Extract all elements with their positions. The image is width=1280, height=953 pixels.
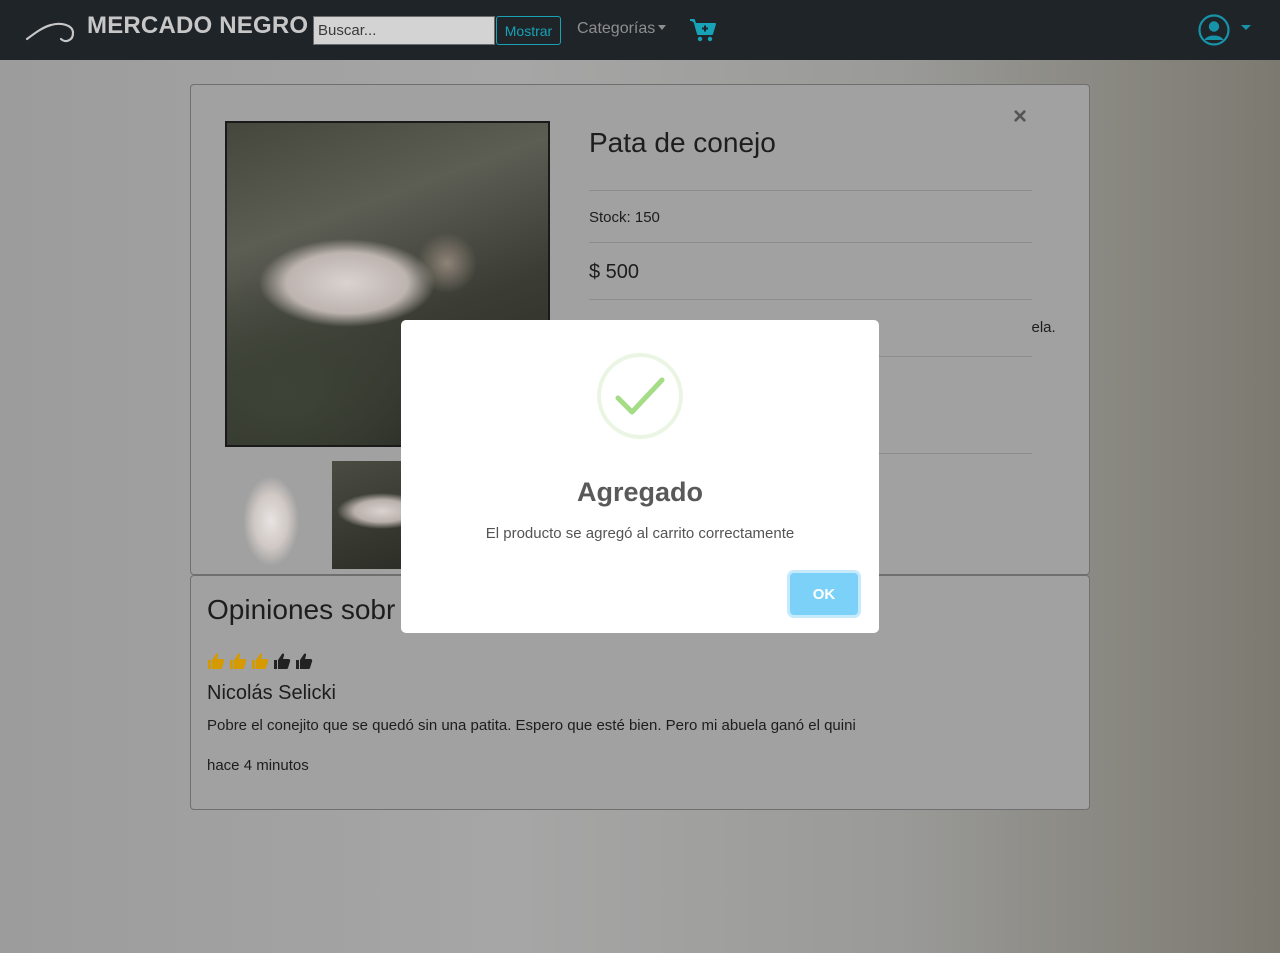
product-stock: Stock: 150 xyxy=(589,209,660,226)
divider xyxy=(589,299,1032,300)
modal-title: Agregado xyxy=(576,477,703,507)
categories-label: Categorías xyxy=(577,20,656,37)
navbar: MERCADO NEGRO Mostrar Categorías xyxy=(0,0,1280,60)
reviews-title: Opiniones sobr xyxy=(207,594,396,625)
thumbs-up-icon xyxy=(296,653,313,669)
divider xyxy=(589,242,1032,243)
product-thumbnail[interactable] xyxy=(226,461,326,569)
modal-text: El producto se agregó al carrito correct… xyxy=(485,525,795,542)
review-rating xyxy=(207,652,317,672)
search-input[interactable] xyxy=(313,16,495,45)
hook-logo-icon[interactable] xyxy=(25,15,77,45)
chevron-down-icon xyxy=(658,25,667,30)
categories-dropdown[interactable]: Categorías xyxy=(577,20,667,38)
user-circle-icon[interactable] xyxy=(1198,14,1230,46)
thumbs-up-icon xyxy=(208,653,225,669)
search-button[interactable]: Mostrar xyxy=(496,16,561,45)
thumbs-up-icon xyxy=(274,653,291,669)
review-author: Nicolás Selicki xyxy=(207,682,336,704)
product-thumbnail[interactable] xyxy=(332,461,402,569)
review-time: hace 4 minutos xyxy=(207,757,309,774)
brand-name[interactable]: MERCADO NEGRO xyxy=(87,12,308,40)
product-title: Pata de conejo xyxy=(589,127,776,158)
ok-button[interactable]: OK xyxy=(790,573,858,615)
thumbs-up-icon xyxy=(252,653,269,669)
cart-plus-icon[interactable] xyxy=(689,18,717,42)
thumbs-up-icon xyxy=(230,653,247,669)
divider xyxy=(589,190,1032,191)
product-price: $ 500 xyxy=(589,261,640,283)
success-modal: Agregado El producto se agregó al carrit… xyxy=(401,320,879,633)
checkmark-icon xyxy=(597,353,683,439)
review-text: Pobre el conejito que se quedó sin una p… xyxy=(207,717,856,734)
close-icon[interactable]: × xyxy=(1013,103,1027,131)
user-menu-caret-icon[interactable] xyxy=(1241,25,1251,30)
